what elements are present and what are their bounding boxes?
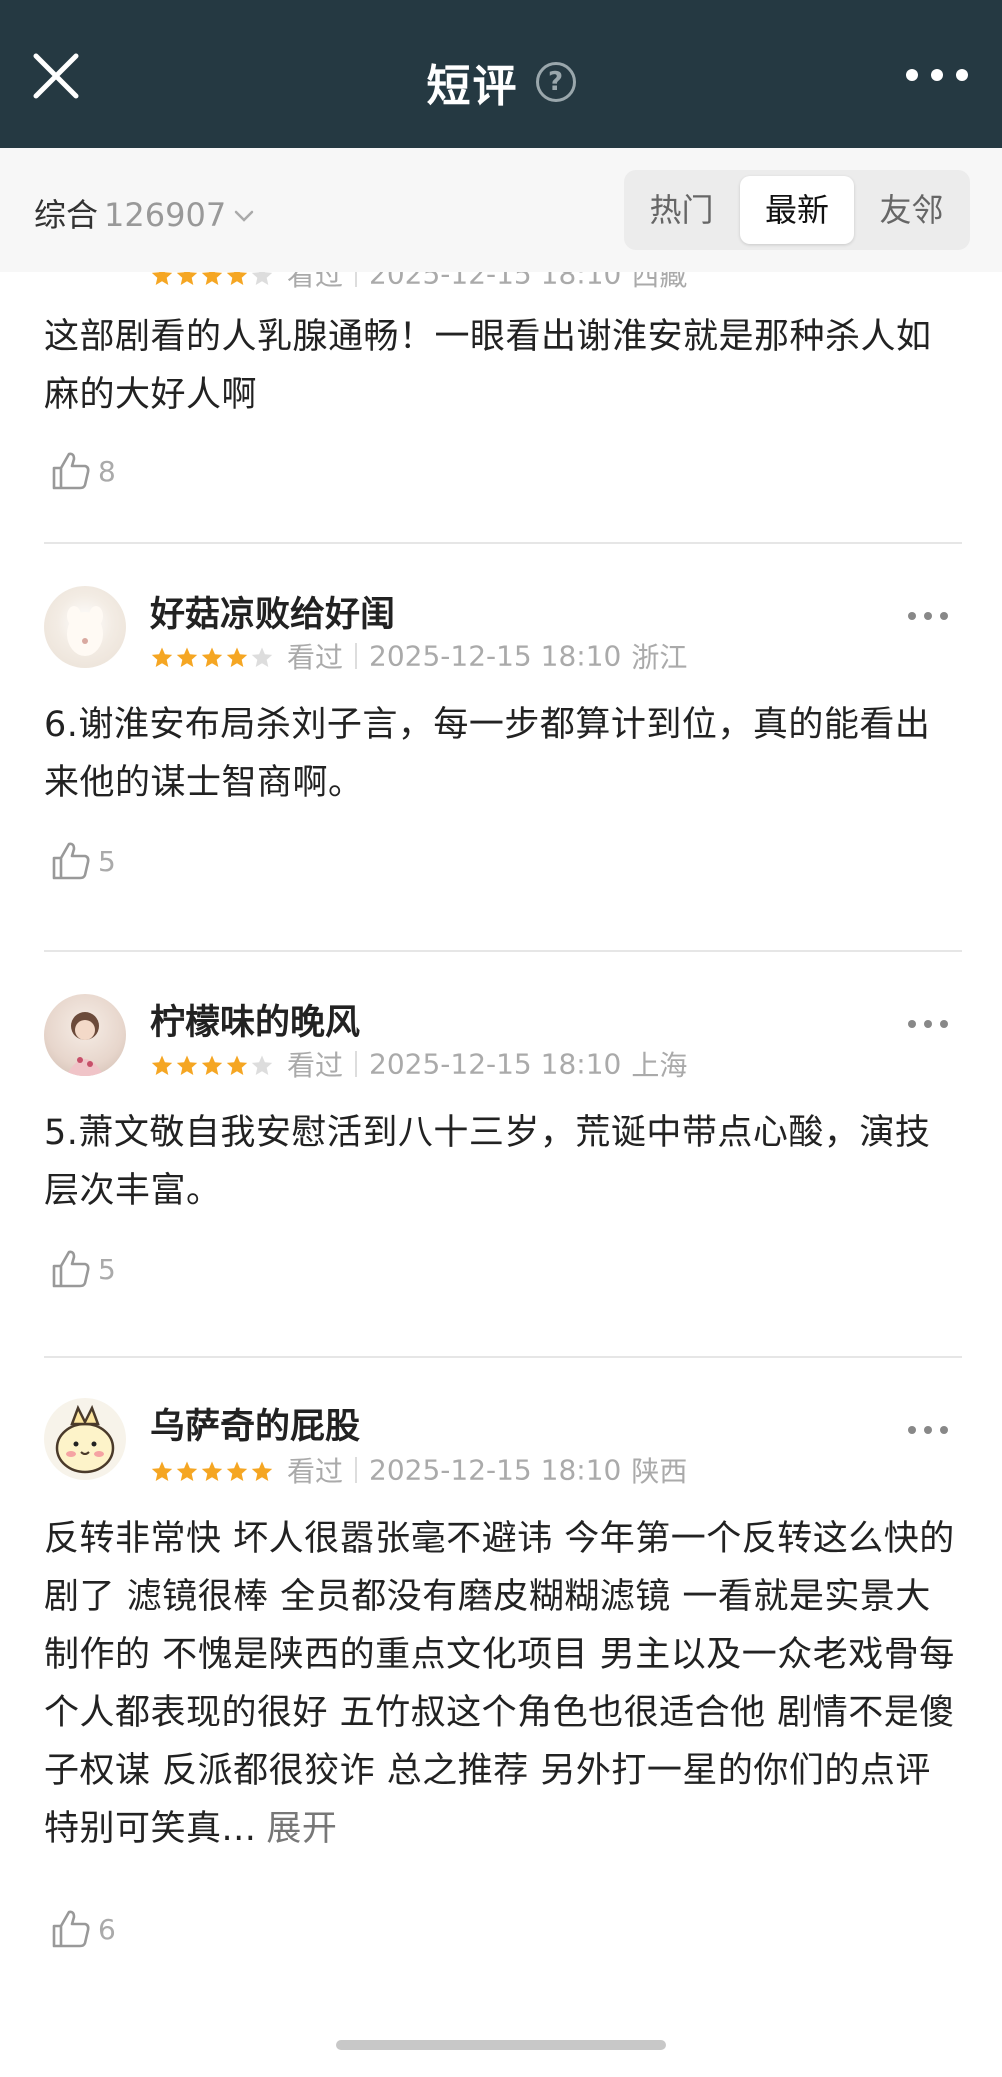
review-meta: 看过 2025-12-15 18:10 西藏 bbox=[150, 272, 687, 292]
review-meta: 看过 2025-12-15 18:10 陕西 bbox=[150, 1450, 687, 1488]
review-list: 看过 2025-12-15 18:10 西藏 这部剧看的人乳腺通畅！一眼看出谢淮安就… bbox=[0, 272, 1002, 2022]
review-content: 5.萧文敬自我安慰活到八十三岁，荒诞中带点心酸，演技层次丰富。 bbox=[44, 1113, 931, 1211]
tab-latest[interactable]: 最新 bbox=[740, 176, 854, 244]
review-content: 反转非常快 坏人很嚣张毫不避讳 今年第一个反转这么快的剧了 滤镜很棒 全员都没有… bbox=[44, 1510, 964, 1858]
star-filled-icon bbox=[251, 1461, 273, 1481]
star-rating bbox=[150, 1048, 275, 1081]
like-count: 5 bbox=[98, 844, 116, 878]
review-date: 2025-12-15 18:10 bbox=[369, 272, 622, 291]
star-filled-icon bbox=[176, 1461, 198, 1481]
chevron-down-icon bbox=[232, 198, 256, 236]
star-filled-icon bbox=[176, 647, 198, 667]
review-item: 乌萨奇的屁股 看过 2025-12-15 18:10 陕西 反转非常快 坏人很嚣张毫… bbox=[0, 1358, 1002, 2022]
star-empty-icon bbox=[251, 1055, 273, 1075]
thumbs-up-icon bbox=[48, 452, 94, 490]
star-filled-icon bbox=[226, 647, 248, 667]
like-button[interactable]: 5 bbox=[44, 838, 116, 888]
star-filled-icon bbox=[151, 647, 173, 667]
sort-dropdown[interactable]: 综合 126907 bbox=[34, 190, 256, 236]
avatar[interactable] bbox=[44, 1398, 126, 1480]
star-filled-icon bbox=[176, 272, 198, 285]
review-date: 2025-12-15 18:10 bbox=[369, 1047, 622, 1081]
more-options-icon[interactable] bbox=[906, 1420, 950, 1440]
review-date: 2025-12-15 18:10 bbox=[369, 1453, 622, 1487]
star-rating bbox=[150, 272, 275, 291]
like-count: 5 bbox=[98, 1252, 116, 1286]
more-options-icon[interactable] bbox=[906, 1014, 950, 1034]
star-filled-icon bbox=[201, 1461, 223, 1481]
username[interactable]: 好菇凉败给好闺 bbox=[150, 586, 395, 637]
sort-count: 126907 bbox=[104, 196, 227, 234]
star-filled-icon bbox=[226, 1461, 248, 1481]
review-location: 上海 bbox=[631, 1049, 688, 1082]
review-location: 陕西 bbox=[631, 1455, 688, 1488]
watched-status: 看过 bbox=[287, 1455, 344, 1488]
star-filled-icon bbox=[151, 1055, 173, 1075]
top-bar: 短评 ? bbox=[0, 0, 1002, 148]
tab-friends[interactable]: 友邻 bbox=[854, 170, 969, 250]
tab-group: 热门 最新 友邻 bbox=[624, 170, 970, 250]
star-empty-icon bbox=[251, 647, 273, 667]
thumbs-up-icon bbox=[48, 1250, 94, 1288]
like-button[interactable]: 6 bbox=[44, 1906, 116, 1956]
star-filled-icon bbox=[226, 1055, 248, 1075]
star-filled-icon bbox=[201, 272, 223, 285]
username[interactable]: 乌萨奇的屁股 bbox=[150, 1398, 360, 1449]
more-options-icon[interactable] bbox=[906, 606, 950, 626]
star-filled-icon bbox=[151, 272, 173, 285]
sort-label: 综合 bbox=[34, 196, 99, 234]
watched-status: 看过 bbox=[287, 641, 344, 674]
like-count: 8 bbox=[98, 454, 116, 488]
star-filled-icon bbox=[151, 1461, 173, 1481]
avatar[interactable] bbox=[44, 586, 126, 668]
username[interactable]: 柠檬味的晚风 bbox=[150, 994, 360, 1045]
review-meta: 看过 2025-12-15 18:10 浙江 bbox=[150, 636, 687, 674]
review-content: 这部剧看的人乳腺通畅！一眼看出谢淮安就是那种杀人如麻的大好人啊 bbox=[44, 317, 932, 415]
watched-status: 看过 bbox=[287, 1049, 344, 1082]
star-filled-icon bbox=[201, 647, 223, 667]
star-empty-icon bbox=[251, 272, 273, 285]
star-rating bbox=[150, 640, 275, 673]
like-button[interactable]: 5 bbox=[44, 1246, 116, 1296]
review-content: 6.谢淮安布局杀刘子言，每一步都算计到位，真的能看出来他的谋士智商啊。 bbox=[44, 705, 931, 803]
like-button[interactable]: 8 bbox=[44, 448, 116, 498]
expand-link[interactable]: 展开 bbox=[266, 1809, 337, 1849]
review-item: 好菇凉败给好闺 看过 2025-12-15 18:10 浙江 6.谢淮安布局杀刘子言… bbox=[0, 544, 1002, 952]
page-title: 短评 bbox=[426, 61, 519, 112]
review-location: 西藏 bbox=[631, 272, 688, 292]
star-filled-icon bbox=[226, 272, 248, 285]
review-text: 反转非常快 坏人很嚣张毫不避讳 今年第一个反转这么快的剧了 滤镜很棒 全员都没有… bbox=[44, 1519, 955, 1849]
thumbs-up-icon bbox=[48, 1910, 94, 1948]
review-item: 柠檬味的晚风 看过 2025-12-15 18:10 上海 5.萧文敬自我安慰活到八… bbox=[0, 952, 1002, 1358]
star-filled-icon bbox=[201, 1055, 223, 1075]
star-rating bbox=[150, 1454, 275, 1487]
home-indicator bbox=[336, 2040, 666, 2050]
more-horizontal-icon[interactable] bbox=[902, 60, 972, 90]
star-filled-icon bbox=[176, 1055, 198, 1075]
review-meta: 看过 2025-12-15 18:10 上海 bbox=[150, 1044, 687, 1082]
help-icon[interactable]: ? bbox=[535, 62, 576, 102]
watched-status: 看过 bbox=[287, 272, 344, 292]
review-item: 看过 2025-12-15 18:10 西藏 这部剧看的人乳腺通畅！一眼看出谢淮安就… bbox=[0, 272, 1002, 544]
filter-bar: 综合 126907 热门 最新 友邻 bbox=[0, 148, 1002, 272]
tab-hot[interactable]: 热门 bbox=[624, 170, 739, 250]
like-count: 6 bbox=[98, 1912, 116, 1946]
review-location: 浙江 bbox=[631, 641, 688, 674]
review-date: 2025-12-15 18:10 bbox=[369, 639, 622, 673]
thumbs-up-icon bbox=[48, 842, 94, 880]
avatar[interactable] bbox=[44, 994, 126, 1076]
